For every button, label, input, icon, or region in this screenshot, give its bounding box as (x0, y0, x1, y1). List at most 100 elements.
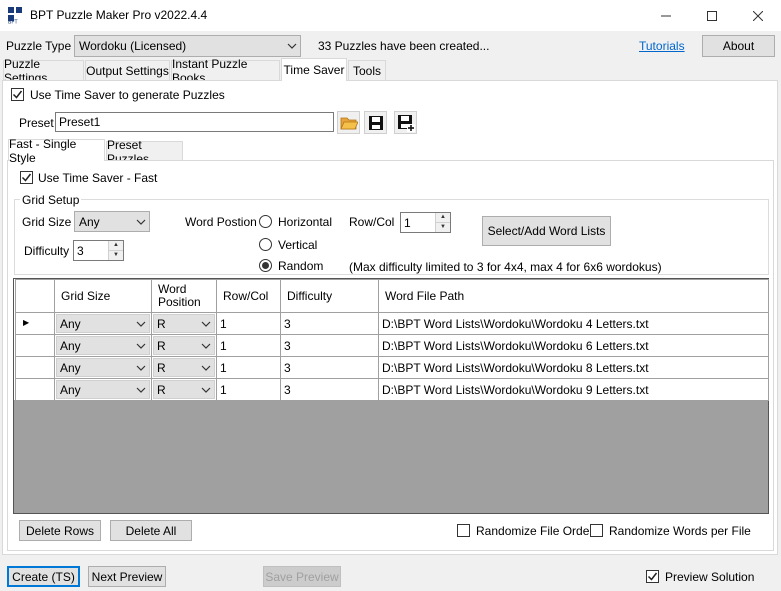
cell-path-value: D:\BPT Word Lists\Wordoku\Wordoku 4 Lett… (382, 316, 649, 331)
tab-tools[interactable]: Tools (348, 60, 386, 80)
row-selector[interactable] (15, 378, 55, 401)
cell-path[interactable]: D:\BPT Word Lists\Wordoku\Wordoku 9 Lett… (378, 378, 769, 401)
use-fast-checkbox[interactable] (20, 171, 33, 184)
maximize-button[interactable] (689, 0, 735, 31)
cell-rowcol-value: 1 (220, 338, 227, 353)
cell-word-position[interactable]: R (151, 356, 217, 379)
row-selector[interactable]: ▶ (15, 312, 55, 335)
radio-random[interactable] (259, 259, 272, 272)
spin-down-icon[interactable]: ▼ (109, 251, 123, 261)
cell-rowcol[interactable]: 1 (216, 334, 281, 357)
table-row[interactable]: ▶ Any R 1 3 D:\BPT Word Lists\Wordoku\Wo… (15, 312, 769, 335)
cell-word-position[interactable]: R (151, 334, 217, 357)
cell-grid-size[interactable]: Any (54, 334, 152, 357)
radio-selected-dot (262, 262, 269, 269)
grid-size-dropdown[interactable]: Any (74, 211, 150, 232)
radio-vertical-label: Vertical (278, 238, 318, 252)
tab-preset-puzzles[interactable]: Preset Puzzles (106, 138, 183, 166)
create-button[interactable]: Create (TS) (7, 566, 80, 587)
rowcol-stepper[interactable]: 1 ▲ ▼ (400, 212, 451, 233)
chevron-down-icon (201, 387, 211, 393)
cell-grid-size-value: Any (60, 382, 81, 397)
cell-grid-size[interactable]: Any (54, 356, 152, 379)
difficulty-stepper[interactable]: 3 ▲ ▼ (73, 240, 124, 261)
chevron-down-icon (136, 219, 146, 225)
delete-all-button[interactable]: Delete All (110, 520, 192, 541)
save-preset-button[interactable] (364, 111, 387, 134)
cell-grid-size[interactable]: Any (54, 378, 152, 401)
tab-fast-single-style[interactable]: Fast - Single Style (8, 137, 105, 165)
col-header-word-file-path[interactable]: Word File Path (378, 279, 769, 313)
col-header-rowcol[interactable]: Row/Col (216, 279, 281, 313)
randomize-file-order-checkbox[interactable] (457, 524, 470, 537)
row-selector-header (15, 279, 55, 313)
difficulty-value: 3 (77, 243, 84, 258)
cell-rowcol[interactable]: 1 (216, 356, 281, 379)
cell-difficulty[interactable]: 3 (280, 334, 379, 357)
minimize-button[interactable] (643, 0, 689, 31)
row-selector[interactable] (15, 334, 55, 357)
preview-solution-checkbox[interactable] (646, 570, 659, 583)
checkmark-icon (12, 90, 23, 99)
cell-difficulty[interactable]: 3 (280, 312, 379, 335)
cell-path[interactable]: D:\BPT Word Lists\Wordoku\Wordoku 6 Lett… (378, 334, 769, 357)
cell-rowcol-value: 1 (220, 360, 227, 375)
cell-grid-size-value: Any (60, 360, 81, 375)
cell-difficulty-value: 3 (284, 360, 291, 375)
randomize-words-checkbox[interactable] (590, 524, 603, 537)
cell-word-position[interactable]: R (151, 312, 217, 335)
word-list-table: Grid Size Word Position Row/Col Difficul… (15, 279, 769, 401)
chevron-down-icon (287, 43, 297, 49)
chevron-down-icon (136, 387, 146, 393)
radio-vertical[interactable] (259, 238, 272, 251)
save-as-preset-button[interactable] (394, 111, 417, 134)
delete-rows-button[interactable]: Delete Rows (19, 520, 101, 541)
open-preset-button[interactable] (337, 111, 360, 134)
puzzle-type-dropdown[interactable]: Wordoku (Licensed) (74, 35, 301, 57)
cell-grid-size[interactable]: Any (54, 312, 152, 335)
table-row[interactable]: Any R 1 3 D:\BPT Word Lists\Wordoku\Word… (15, 356, 769, 379)
tab-puzzle-settings[interactable]: Puzzle Settings (3, 57, 84, 85)
about-button[interactable]: About (702, 35, 775, 57)
difficulty-spin-buttons[interactable]: ▲ ▼ (108, 241, 123, 260)
radio-horizontal-label: Horizontal (278, 215, 333, 229)
cell-path[interactable]: D:\BPT Word Lists\Wordoku\Wordoku 4 Lett… (378, 312, 769, 335)
cell-word-position-value: R (157, 338, 166, 353)
spin-up-icon[interactable]: ▲ (436, 213, 450, 223)
cell-difficulty[interactable]: 3 (280, 378, 379, 401)
checkmark-icon (647, 572, 658, 581)
window-title: BPT Puzzle Maker Pro v2022.4.4 (30, 8, 208, 22)
rowcol-spin-buttons[interactable]: ▲ ▼ (435, 213, 450, 232)
col-header-word-position[interactable]: Word Position (151, 279, 217, 313)
radio-horizontal[interactable] (259, 215, 272, 228)
table-row[interactable]: Any R 1 3 D:\BPT Word Lists\Wordoku\Word… (15, 334, 769, 357)
tab-output-settings[interactable]: Output Settings (85, 60, 170, 80)
tutorials-link[interactable]: Tutorials (639, 39, 685, 53)
tab-time-saver[interactable]: Time Saver (281, 58, 347, 81)
cell-path[interactable]: D:\BPT Word Lists\Wordoku\Wordoku 8 Lett… (378, 356, 769, 379)
cell-path-value: D:\BPT Word Lists\Wordoku\Wordoku 6 Lett… (382, 338, 649, 353)
use-fast-label: Use Time Saver - Fast (38, 171, 158, 185)
cell-rowcol[interactable]: 1 (216, 378, 281, 401)
chevron-down-icon (136, 365, 146, 371)
cell-rowcol[interactable]: 1 (216, 312, 281, 335)
select-word-lists-button[interactable]: Select/Add Word Lists (482, 216, 611, 246)
tab-instant-puzzle-books[interactable]: Instant Puzzle Books (171, 57, 280, 85)
cell-word-position[interactable]: R (151, 378, 217, 401)
next-preview-button[interactable]: Next Preview (88, 566, 166, 587)
row-selector[interactable] (15, 356, 55, 379)
randomize-file-order-label: Randomize File Order (476, 524, 594, 538)
spin-up-icon[interactable]: ▲ (109, 241, 123, 251)
table-row[interactable]: Any R 1 3 D:\BPT Word Lists\Wordoku\Word… (15, 378, 769, 401)
spin-down-icon[interactable]: ▼ (436, 223, 450, 233)
save-preview-button[interactable]: Save Preview (263, 566, 341, 587)
col-header-grid-size[interactable]: Grid Size (54, 279, 152, 313)
cell-grid-size-value: Any (60, 338, 81, 353)
rowcol-value: 1 (404, 215, 411, 230)
preset-input[interactable]: Preset1 (55, 112, 334, 132)
col-header-difficulty[interactable]: Difficulty (280, 279, 379, 313)
close-button[interactable] (735, 0, 781, 31)
use-time-saver-checkbox[interactable] (11, 88, 24, 101)
cell-difficulty[interactable]: 3 (280, 356, 379, 379)
preset-label: Preset (19, 116, 54, 130)
